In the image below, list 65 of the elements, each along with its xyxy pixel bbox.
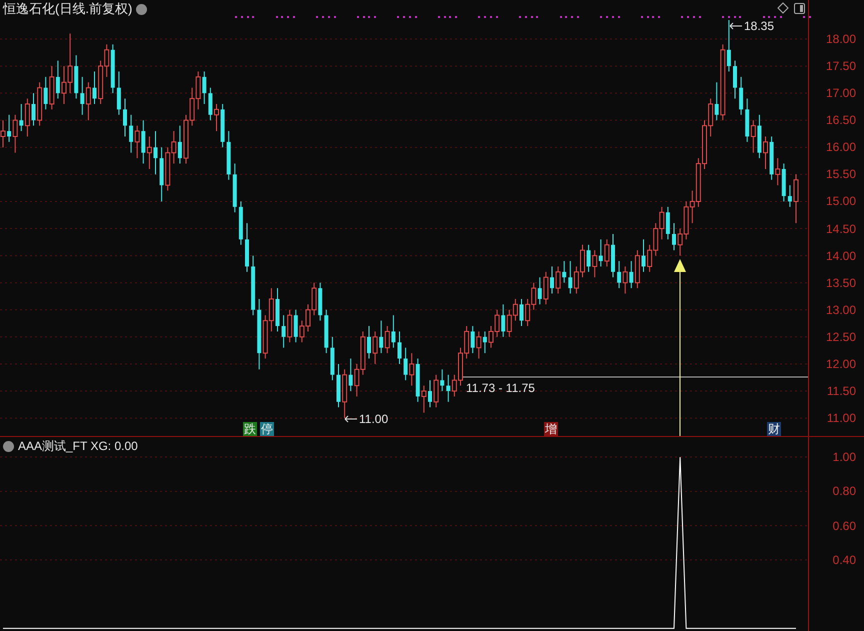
candle (116, 71, 121, 116)
axis-label: 11.50 (826, 383, 856, 400)
candle (324, 309, 328, 354)
candle (672, 222, 676, 251)
axis-label: 11.00 (826, 410, 856, 426)
axis-label: 13.50 (826, 274, 856, 291)
axis-label: 12.00 (826, 356, 856, 372)
event-marker[interactable]: 停 (260, 422, 274, 436)
candle (251, 255, 256, 316)
panel-icon[interactable] (794, 3, 805, 14)
candle (208, 87, 212, 121)
candle (214, 104, 219, 132)
axis-label: 13.00 (826, 302, 856, 318)
candle (245, 222, 249, 272)
candle (788, 184, 792, 208)
axis-label: 12.50 (826, 328, 856, 345)
candle (763, 136, 768, 170)
candle (92, 71, 96, 104)
axis-label: 14.00 (826, 248, 856, 264)
indicator-label: AAA测试_FT XG: 0.00 (18, 438, 138, 454)
candle (238, 200, 243, 246)
candle (794, 174, 798, 224)
axis-label: 14.50 (826, 220, 856, 237)
candle (330, 336, 334, 381)
candle (336, 363, 340, 408)
event-marker[interactable]: 财 (767, 422, 781, 436)
axis-label: 0.40 (832, 552, 856, 568)
axis-label: 15.00 (826, 193, 856, 210)
axis-label: 0.80 (832, 483, 856, 500)
axis-label: 17.50 (826, 58, 856, 74)
dropdown-icon[interactable] (3, 440, 14, 452)
candle (733, 60, 737, 100)
candle (232, 163, 237, 213)
arrow-icon (344, 415, 358, 423)
candle (367, 326, 371, 360)
candle (220, 104, 225, 148)
price-annotation: 18.35 (744, 18, 774, 34)
candle (739, 76, 744, 116)
candle (0, 120, 6, 148)
arrow-icon (729, 22, 743, 30)
axis-label: 16.00 (826, 139, 856, 156)
candle (276, 288, 280, 332)
chart-title: 恒逸石化(日线.前复权) (3, 1, 132, 17)
axis-label: 17.00 (826, 85, 856, 102)
axis-label: 16.50 (826, 112, 856, 128)
axis-label: 18.00 (826, 30, 856, 47)
axis-label: 1.00 (832, 449, 856, 466)
dropdown-icon[interactable] (136, 4, 148, 14)
candle (123, 98, 127, 137)
diamond-icon[interactable] (777, 2, 789, 14)
candle (428, 380, 432, 408)
event-marker[interactable]: 增 (544, 422, 558, 436)
event-marker[interactable]: 跌 (243, 422, 257, 436)
candle (611, 233, 615, 278)
candle (642, 238, 646, 272)
candle (154, 130, 158, 175)
candle (398, 330, 402, 364)
candle (550, 266, 554, 294)
candle (32, 92, 36, 126)
price-annotation: 11.00 (359, 411, 388, 427)
price-annotation: 11.73 - 11.75 (466, 380, 535, 396)
candle (226, 130, 231, 180)
axis-label: 15.50 (826, 166, 856, 182)
axis-label: 0.60 (832, 518, 856, 534)
candle (520, 298, 524, 327)
